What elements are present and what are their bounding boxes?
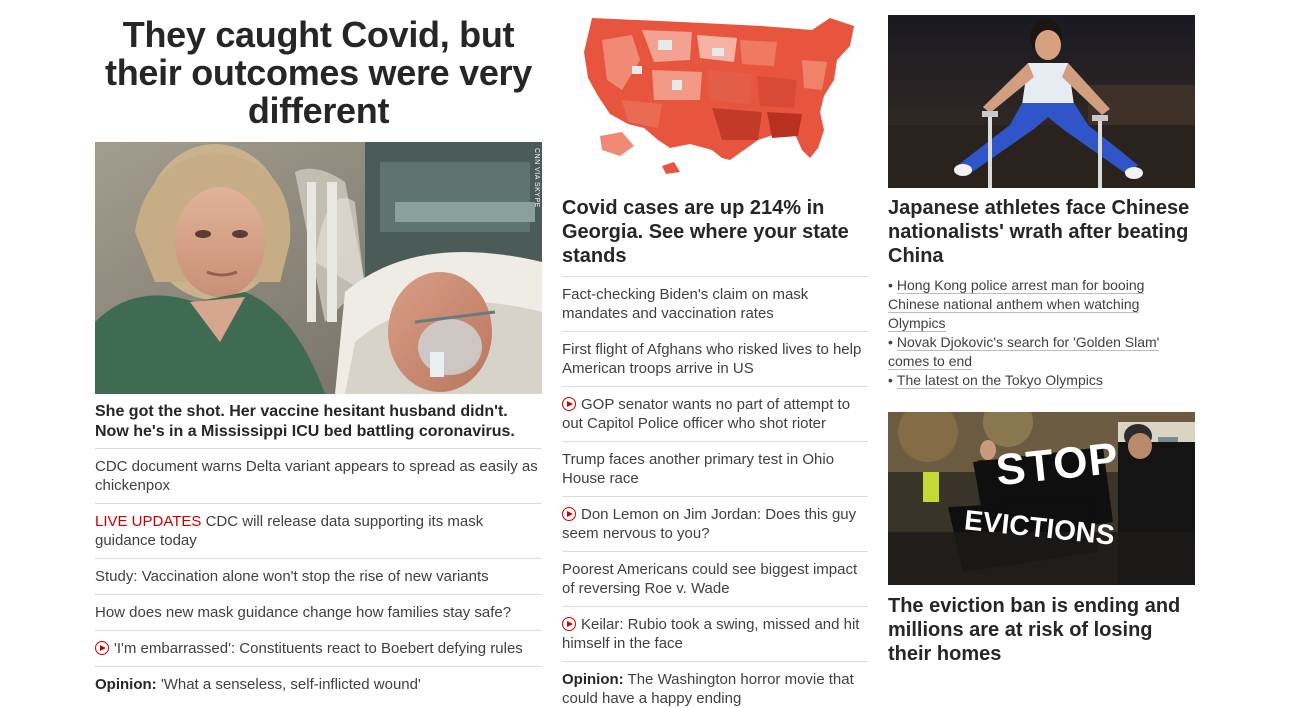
us-map-image	[562, 0, 868, 188]
list-item[interactable]: Poorest Americans could see biggest impa…	[562, 551, 868, 606]
story-text: Trump faces another primary test in Ohio…	[562, 451, 835, 487]
list-item[interactable]: Trump faces another primary test in Ohio…	[562, 441, 868, 496]
left-story-list: CDC document warns Delta variant appears…	[95, 448, 542, 702]
hospital-photo[interactable]: CNN VIA SKYPE	[95, 142, 542, 394]
list-item: • Hong Kong police arrest man for booing …	[888, 276, 1195, 333]
gymnast-photo[interactable]	[888, 15, 1195, 188]
right-column: Japanese athletes face Chinese nationali…	[888, 0, 1195, 674]
eviction-story-title[interactable]: The eviction ban is ending and millions …	[888, 585, 1195, 674]
section-headline[interactable]: They caught Covid, but their outcomes we…	[95, 0, 542, 142]
photo-credit: CNN VIA SKYPE	[533, 148, 540, 208]
opinion-label: Opinion:	[562, 671, 624, 688]
story-text: How does new mask guidance change how fa…	[95, 604, 512, 621]
story-text: Study: Vaccination alone won't stop the …	[95, 568, 489, 585]
gymnast-photo-image	[888, 15, 1195, 188]
story-text: Fact-checking Biden's claim on mask mand…	[562, 286, 809, 322]
lead-story-title[interactable]: She got the shot. Her vaccine hesitant h…	[95, 394, 542, 448]
list-item[interactable]: Study: Vaccination alone won't stop the …	[95, 558, 542, 594]
list-item[interactable]: Fact-checking Biden's claim on mask mand…	[562, 276, 868, 331]
related-links: • Hong Kong police arrest man for booing …	[888, 276, 1195, 390]
video-play-icon	[95, 641, 109, 655]
map-story-title[interactable]: Covid cases are up 214% in Georgia. See …	[562, 188, 868, 276]
olympics-story-title[interactable]: Japanese athletes face Chinese nationali…	[888, 188, 1195, 276]
opinion-label: Opinion:	[95, 676, 157, 693]
story-text: 'I'm embarrassed': Constituents react to…	[114, 640, 523, 657]
video-play-icon	[562, 397, 576, 411]
eviction-photo-image	[888, 412, 1195, 585]
list-item[interactable]: First flight of Afghans who risked lives…	[562, 331, 868, 386]
list-item: • The latest on the Tokyo Olympics	[888, 371, 1195, 390]
bullet-icon: •	[888, 334, 893, 350]
list-item[interactable]: 'I'm embarrassed': Constituents react to…	[95, 630, 542, 666]
eviction-protest-photo[interactable]	[888, 412, 1195, 585]
list-item[interactable]: How does new mask guidance change how fa…	[95, 594, 542, 630]
related-link[interactable]: Novak Djokovic's search for 'Golden Slam…	[888, 334, 1160, 370]
story-text: Don Lemon on Jim Jordan: Does this guy s…	[562, 506, 857, 542]
story-text: Poorest Americans could see biggest impa…	[562, 561, 858, 597]
list-item[interactable]: LIVE UPDATES CDC will release data suppo…	[95, 503, 542, 558]
list-item[interactable]: Don Lemon on Jim Jordan: Does this guy s…	[562, 496, 868, 551]
bullet-icon: •	[888, 372, 893, 388]
story-text: First flight of Afghans who risked lives…	[562, 341, 862, 377]
related-link[interactable]: The latest on the Tokyo Olympics	[896, 372, 1103, 389]
related-link[interactable]: Hong Kong police arrest man for booing C…	[888, 277, 1145, 332]
bullet-icon: •	[888, 277, 893, 293]
list-item: • Novak Djokovic's search for 'Golden Sla…	[888, 333, 1195, 371]
list-item[interactable]: Opinion: 'What a senseless, self-inflict…	[95, 666, 542, 702]
story-text: CDC document warns Delta variant appears…	[95, 458, 538, 494]
middle-column: Covid cases are up 214% in Georgia. See …	[562, 0, 868, 708]
middle-story-list: Fact-checking Biden's claim on mask mand…	[562, 276, 868, 708]
list-item[interactable]: Opinion: The Washington horror movie tha…	[562, 661, 868, 708]
story-text: Keilar: Rubio took a swing, missed and h…	[562, 616, 860, 652]
list-item[interactable]: Keilar: Rubio took a swing, missed and h…	[562, 606, 868, 661]
live-updates-label: LIVE UPDATES	[95, 513, 202, 530]
left-column: They caught Covid, but their outcomes we…	[95, 0, 542, 702]
video-play-icon	[562, 617, 576, 631]
hospital-photo-image	[95, 142, 542, 394]
list-item[interactable]: CDC document warns Delta variant appears…	[95, 448, 542, 503]
story-text: GOP senator wants no part of attempt to …	[562, 396, 851, 432]
video-play-icon	[562, 507, 576, 521]
list-item[interactable]: GOP senator wants no part of attempt to …	[562, 386, 868, 441]
us-covid-map[interactable]	[562, 0, 868, 188]
story-text: 'What a senseless, self-inflicted wound'	[156, 676, 421, 693]
